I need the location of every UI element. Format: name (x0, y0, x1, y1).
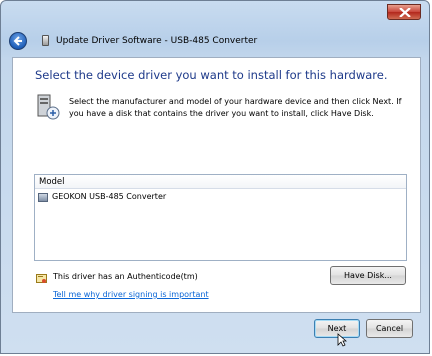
cancel-button[interactable]: Cancel (366, 319, 413, 338)
model-column-label: Model (39, 177, 65, 187)
driver-signing-link[interactable]: Tell me why driver signing is important (53, 290, 209, 299)
certificate-icon (36, 274, 47, 283)
hardware-driver-icon (37, 94, 60, 120)
close-button[interactable] (387, 4, 421, 20)
instruction-text: Select the manufacturer and model of you… (69, 97, 402, 118)
close-icon (399, 8, 411, 17)
device-icon (38, 193, 48, 202)
page-heading: Select the device driver you want to ins… (35, 68, 388, 82)
mouse-cursor-icon (337, 333, 347, 347)
list-item-label: GEOKON USB-485 Converter (52, 192, 167, 201)
model-list[interactable]: Model GEOKON USB-485 Converter (34, 174, 407, 261)
back-button[interactable] (9, 32, 27, 50)
model-column-header[interactable]: Model (35, 175, 406, 189)
have-disk-button[interactable]: Have Disk... (330, 266, 406, 285)
list-item[interactable]: GEOKON USB-485 Converter (37, 191, 187, 204)
authenticode-status: This driver has an Authenticode(tm) (53, 272, 198, 281)
back-arrow-icon (13, 36, 22, 46)
usb-device-icon (42, 35, 49, 46)
window-title: Update Driver Software - USB-485 Convert… (56, 36, 258, 46)
